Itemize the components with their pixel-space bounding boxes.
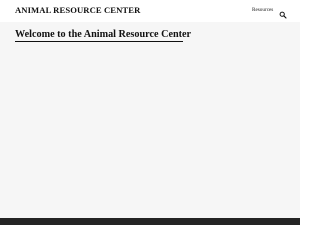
page: ANIMAL RESOURCE CENTER Resources Welcome… [0, 0, 300, 225]
main-content: Welcome to the Animal Resource Center [0, 22, 300, 218]
site-title-link[interactable]: ANIMAL RESOURCE CENTER [15, 5, 140, 15]
nav-link-resources[interactable]: Resources [252, 7, 273, 13]
page-title: Welcome to the Animal Resource Center [15, 29, 192, 40]
search-button[interactable] [279, 6, 287, 19]
title-underline [15, 41, 183, 42]
site-header: ANIMAL RESOURCE CENTER Resources [0, 0, 300, 22]
search-icon [279, 11, 287, 19]
site-footer [0, 218, 300, 225]
